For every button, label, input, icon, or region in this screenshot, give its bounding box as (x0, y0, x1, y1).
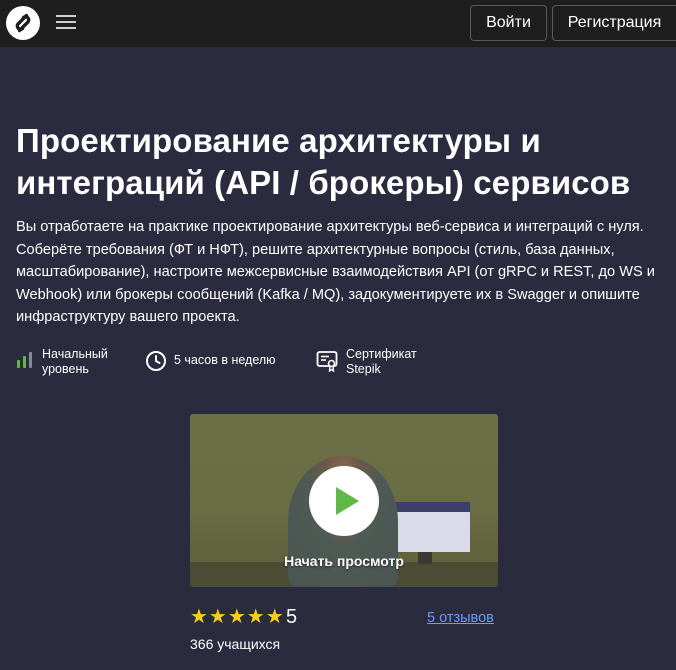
time-text: 5 часов в неделю (174, 353, 276, 367)
register-button[interactable]: Регистрация (552, 5, 676, 41)
play-button[interactable] (309, 466, 379, 536)
hamburger-menu-icon[interactable] (56, 12, 78, 34)
login-button[interactable]: Войти (470, 5, 547, 41)
cert-line2: Stepik (346, 362, 381, 376)
feature-level: Начальный уровень (16, 345, 126, 379)
level-line1: Начальный (42, 347, 108, 361)
reviews-link[interactable]: 5 отзывов (427, 609, 494, 627)
clock-icon (146, 351, 166, 371)
cert-line1: Сертификат (346, 347, 417, 361)
course-description: Вы отработаете на практике проектировани… (16, 219, 655, 325)
promo-video[interactable]: Начать просмотр (190, 414, 498, 587)
play-icon (336, 487, 359, 515)
rating-stars: ★★★★★ (190, 606, 285, 628)
rating-value: 5 (286, 606, 298, 628)
stepik-logo-icon[interactable] (6, 6, 40, 40)
level-line2: уровень (42, 362, 89, 376)
level-bars-icon (17, 352, 32, 368)
course-title: Проектирование архитектуры и интеграций … (16, 122, 631, 201)
feature-certificate: Сертификат Stepik (316, 345, 436, 379)
feature-time: 5 часов в неделю (145, 345, 295, 379)
students-count: 366 учащихся (190, 636, 281, 652)
top-bar: Войти Регистрация (0, 0, 676, 47)
certificate-icon (316, 351, 338, 372)
video-caption[interactable]: Начать просмотр (190, 553, 498, 569)
